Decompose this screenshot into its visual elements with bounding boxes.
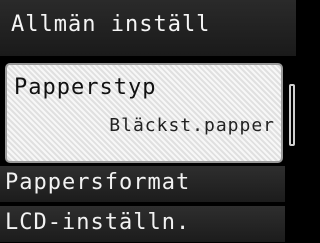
menu-item-pappersformat[interactable]: Pappersformat — [0, 166, 285, 204]
menu-item-papperstyp[interactable]: Papperstyp Bläckst.papper — [5, 63, 283, 163]
header-bar: Allmän inställ — [0, 0, 296, 58]
scrollbar-thumb[interactable] — [289, 84, 295, 146]
menu-item-lcd-installn[interactable]: LCD-inställn. — [0, 206, 285, 243]
menu-item-label: LCD-inställn. — [5, 210, 191, 235]
menu-item-label: Pappersformat — [5, 170, 191, 195]
screen-title: Allmän inställ — [11, 12, 211, 37]
menu-item-value: Bläckst.papper — [109, 115, 275, 136]
lcd-screen: Allmän inställ Papperstyp Bläckst.papper… — [0, 0, 296, 243]
menu-item-label: Papperstyp — [14, 75, 157, 100]
